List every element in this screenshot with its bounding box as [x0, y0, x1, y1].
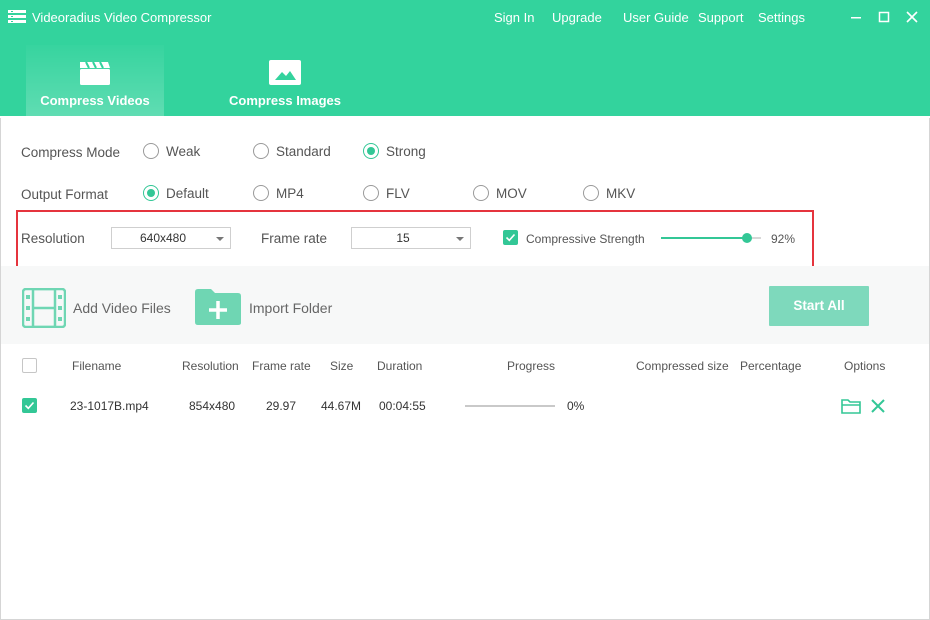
chevron-down-icon	[216, 237, 224, 241]
radio-weak[interactable]	[143, 143, 159, 159]
frame-rate-label: Frame rate	[261, 231, 328, 246]
add-video-files-label: Add Video Files	[73, 300, 171, 316]
start-all-button[interactable]: Start All	[769, 286, 869, 326]
folder-plus-icon	[195, 289, 241, 325]
sign-in-link[interactable]: Sign In	[494, 10, 534, 26]
support-link[interactable]: Support	[698, 10, 744, 26]
slider-fill	[661, 237, 747, 239]
maximize-icon[interactable]	[875, 8, 893, 26]
column-header-compressed-size[interactable]: Compressed size	[636, 359, 729, 373]
output-format-label: Output Format	[21, 187, 109, 202]
column-header-duration[interactable]: Duration	[377, 359, 422, 373]
radio-standard[interactable]	[253, 143, 269, 159]
radio-default-label: Default	[166, 186, 209, 201]
row-progress-bar	[465, 405, 555, 407]
film-strip-icon	[22, 288, 66, 328]
resolution-label: Resolution	[21, 231, 85, 246]
row-progress-value: 0%	[567, 399, 585, 413]
row-size: 44.67M	[321, 399, 362, 413]
app-logo-icon	[8, 10, 26, 23]
checkmark-icon	[24, 401, 35, 410]
checkmark-icon	[505, 233, 516, 242]
resolution-select[interactable]: 640x480	[111, 227, 231, 249]
radio-strong[interactable]	[363, 143, 379, 159]
app-title: Videoradius Video Compressor	[32, 10, 212, 25]
column-header-options: Options	[844, 359, 886, 373]
window-border-left	[0, 118, 1, 620]
open-folder-icon[interactable]	[841, 398, 861, 414]
settings-link[interactable]: Settings	[758, 10, 805, 26]
compressive-strength-label: Compressive Strength	[526, 232, 645, 246]
slider-thumb[interactable]	[742, 233, 752, 243]
radio-mov-label: MOV	[496, 186, 527, 201]
compressive-strength-checkbox[interactable]	[503, 230, 518, 245]
resolution-value: 640x480	[139, 231, 187, 245]
tab-label: Compress Images	[229, 93, 341, 108]
column-header-frame-rate[interactable]: Frame rate	[252, 359, 311, 373]
compress-mode-label: Compress Mode	[21, 145, 121, 160]
radio-mp4-label: MP4	[276, 186, 304, 201]
frame-rate-select[interactable]: 15	[351, 227, 471, 249]
row-checkbox[interactable]	[22, 398, 37, 413]
remove-icon[interactable]	[871, 399, 885, 413]
row-resolution: 854x480	[189, 399, 236, 413]
row-frame-rate: 29.97	[266, 399, 297, 413]
tab-compress-videos[interactable]: Compress Videos	[26, 45, 164, 116]
add-video-files-button[interactable]: Add Video Files	[22, 288, 172, 328]
compressive-strength-value: 92%	[771, 232, 796, 246]
minimize-icon[interactable]	[847, 8, 865, 26]
radio-mov[interactable]	[473, 185, 489, 201]
radio-flv[interactable]	[363, 185, 379, 201]
import-folder-label: Import Folder	[249, 300, 333, 316]
frame-rate-value: 15	[396, 231, 410, 245]
row-duration: 00:04:55	[379, 399, 426, 413]
compressive-strength-slider[interactable]	[661, 233, 761, 243]
upgrade-link[interactable]: Upgrade	[552, 10, 602, 26]
app-header: Videoradius Video Compressor Sign In Upg…	[0, 0, 930, 116]
chevron-down-icon	[456, 237, 464, 241]
radio-mkv[interactable]	[583, 185, 599, 201]
close-icon[interactable]	[903, 8, 921, 26]
radio-strong-label: Strong	[386, 144, 426, 159]
column-header-resolution[interactable]: Resolution	[182, 359, 239, 373]
radio-mkv-label: MKV	[606, 186, 636, 201]
column-header-percentage[interactable]: Percentage	[740, 359, 801, 373]
row-filename: 23-1017B.mp4	[70, 399, 149, 413]
image-icon	[269, 60, 301, 85]
tab-label: Compress Videos	[40, 93, 150, 108]
column-header-size[interactable]: Size	[330, 359, 353, 373]
select-all-checkbox[interactable]	[22, 358, 37, 373]
radio-mp4[interactable]	[253, 185, 269, 201]
column-header-filename[interactable]: Filename	[72, 359, 121, 373]
import-folder-button[interactable]: Import Folder	[195, 288, 345, 328]
radio-default[interactable]	[143, 185, 159, 201]
radio-flv-label: FLV	[386, 186, 410, 201]
tab-compress-images[interactable]: Compress Images	[216, 45, 354, 116]
clapperboard-icon	[80, 61, 110, 85]
column-header-progress[interactable]: Progress	[507, 359, 555, 373]
user-guide-link[interactable]: User Guide	[623, 10, 689, 26]
radio-standard-label: Standard	[276, 144, 331, 159]
radio-weak-label: Weak	[166, 144, 201, 159]
